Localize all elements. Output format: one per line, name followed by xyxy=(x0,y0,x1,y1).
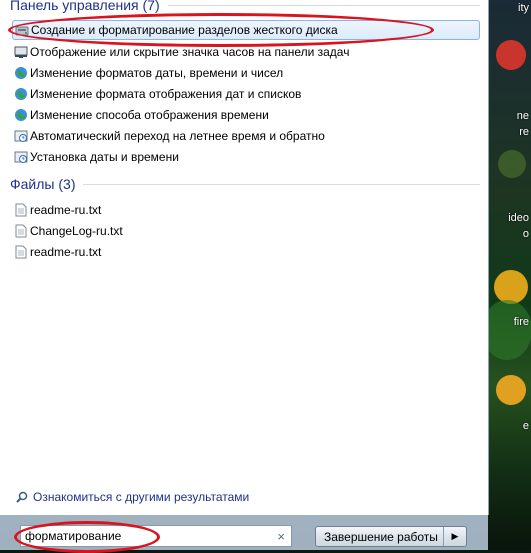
desktop-icon-green[interactable] xyxy=(498,150,526,178)
start-menu: Панель управления (7) Создание и формати… xyxy=(0,0,489,550)
result-label: Отображение или скрытие значка часов на … xyxy=(30,45,350,59)
result-label: readme-ru.txt xyxy=(30,245,102,259)
globe-icon xyxy=(15,67,27,79)
group-header-files: Файлы (3) xyxy=(10,175,480,193)
desktop-icon-orange[interactable] xyxy=(496,375,526,405)
shutdown-button[interactable]: Завершение работы ▶ xyxy=(315,526,467,547)
result-label: Установка даты и времени xyxy=(30,150,179,164)
clock-settings-icon xyxy=(14,151,28,163)
text-file-icon xyxy=(15,245,27,259)
search-results-pane: Панель управления (7) Создание и формати… xyxy=(0,0,489,515)
see-more-results-label: Ознакомиться с другими результатами xyxy=(33,490,250,504)
result-label: Изменение способа отображения времени xyxy=(30,108,269,122)
desktop-label: re xyxy=(519,126,529,138)
desktop-icon-yellow[interactable] xyxy=(494,270,528,304)
result-label: readme-ru.txt xyxy=(30,203,102,217)
result-date-list-formats[interactable]: Изменение формата отображения дат и спис… xyxy=(12,84,480,104)
taskbar-icon xyxy=(14,46,28,58)
result-daylight-saving[interactable]: Автоматический переход на летнее время и… xyxy=(12,126,480,146)
desktop-leaf xyxy=(488,300,531,360)
shutdown-label: Завершение работы xyxy=(324,529,438,544)
result-file-readme-2[interactable]: readme-ru.txt xyxy=(12,242,480,262)
disk-management-icon xyxy=(15,26,29,36)
desktop-label: ideo xyxy=(508,212,529,224)
group-header-label: Файлы (3) xyxy=(10,176,76,192)
globe-icon xyxy=(15,109,27,121)
result-label: Автоматический переход на летнее время и… xyxy=(30,129,325,143)
desktop-background: ity ne re ideo o fire e xyxy=(488,0,531,550)
desktop-label: o xyxy=(522,228,529,240)
desktop-icon-red[interactable] xyxy=(496,40,526,70)
result-disk-management[interactable]: Создание и форматирование разделов жестк… xyxy=(12,20,480,40)
search-input-value: форматирование xyxy=(25,529,122,543)
see-more-results-link[interactable]: Ознакомиться с другими результатами xyxy=(16,488,249,506)
text-file-icon xyxy=(15,224,27,238)
result-time-format[interactable]: Изменение способа отображения времени xyxy=(12,105,480,125)
result-label: Изменение формата отображения дат и спис… xyxy=(30,87,302,101)
desktop-label: fire xyxy=(513,316,529,328)
search-input[interactable]: форматирование × xyxy=(20,525,292,547)
result-file-readme[interactable]: readme-ru.txt xyxy=(12,200,480,220)
result-label: Создание и форматирование разделов жестк… xyxy=(31,23,338,37)
result-file-changelog[interactable]: ChangeLog-ru.txt xyxy=(12,221,480,241)
clear-icon[interactable]: × xyxy=(277,529,285,544)
search-icon xyxy=(16,491,28,503)
text-file-icon xyxy=(15,203,27,217)
result-label: ChangeLog-ru.txt xyxy=(30,224,123,238)
desktop-label: ity xyxy=(518,2,529,14)
group-divider xyxy=(167,4,480,6)
group-header-label: Панель управления (7) xyxy=(10,0,160,13)
desktop-label: ne xyxy=(516,110,529,122)
result-set-date-time[interactable]: Установка даты и времени xyxy=(12,147,480,167)
result-clock-taskbar[interactable]: Отображение или скрытие значка часов на … xyxy=(12,42,480,62)
clock-settings-icon xyxy=(14,130,28,142)
result-date-formats[interactable]: Изменение форматов даты, времени и чисел xyxy=(12,63,480,83)
globe-icon xyxy=(15,88,27,100)
group-divider xyxy=(83,183,480,185)
desktop-label: e xyxy=(522,420,529,432)
shutdown-options-arrow-icon[interactable]: ▶ xyxy=(443,527,466,546)
result-label: Изменение форматов даты, времени и чисел xyxy=(30,66,284,80)
group-header-control-panel: Панель управления (7) xyxy=(10,0,480,14)
